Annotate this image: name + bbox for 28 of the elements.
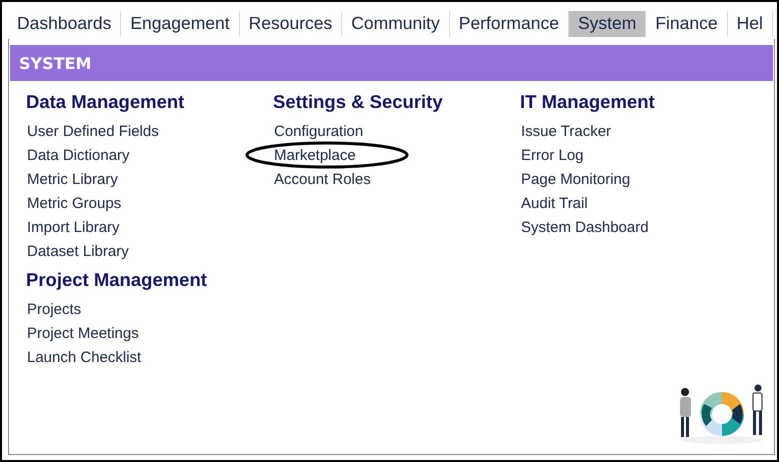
- menu-link[interactable]: User Defined Fields: [26, 119, 159, 143]
- menu-link[interactable]: Metric Library: [26, 167, 118, 191]
- menu-link[interactable]: Account Roles: [273, 167, 371, 191]
- section-heading: Project Management: [26, 268, 208, 292]
- nav-tab[interactable]: Community: [342, 11, 450, 37]
- menu-link[interactable]: Configuration: [273, 119, 364, 143]
- menu-link[interactable]: Launch Checklist: [26, 345, 142, 369]
- menu-link[interactable]: Data Dictionary: [26, 143, 130, 167]
- menu-link[interactable]: Issue Tracker: [520, 119, 612, 143]
- nav-tab[interactable]: Finance: [646, 11, 728, 37]
- section-heading: IT Management: [520, 90, 656, 114]
- menu-link[interactable]: Projects: [26, 297, 82, 321]
- menu-link[interactable]: Project Meetings: [26, 321, 139, 345]
- nav-tab[interactable]: Hel: [728, 11, 773, 37]
- menu-link[interactable]: Audit Trail: [520, 191, 588, 215]
- menu-title: SYSTEM: [10, 45, 773, 81]
- section-heading: Data Management: [26, 90, 186, 114]
- nav-tab[interactable]: Resources: [240, 11, 342, 37]
- menu-link[interactable]: Dataset Library: [26, 239, 129, 263]
- menu-link[interactable]: Metric Groups: [26, 191, 122, 215]
- nav-tab[interactable]: Dashboards: [8, 11, 122, 37]
- nav-tab[interactable]: System: [568, 11, 646, 37]
- menu-link[interactable]: System Dashboard: [520, 215, 649, 239]
- nav-tab[interactable]: Engagement: [121, 11, 240, 37]
- menu-link[interactable]: Error Log: [520, 143, 584, 167]
- section-heading: Settings & Security: [273, 90, 444, 114]
- menu-link[interactable]: Page Monitoring: [520, 167, 630, 191]
- menu-link[interactable]: Import Library: [26, 215, 120, 239]
